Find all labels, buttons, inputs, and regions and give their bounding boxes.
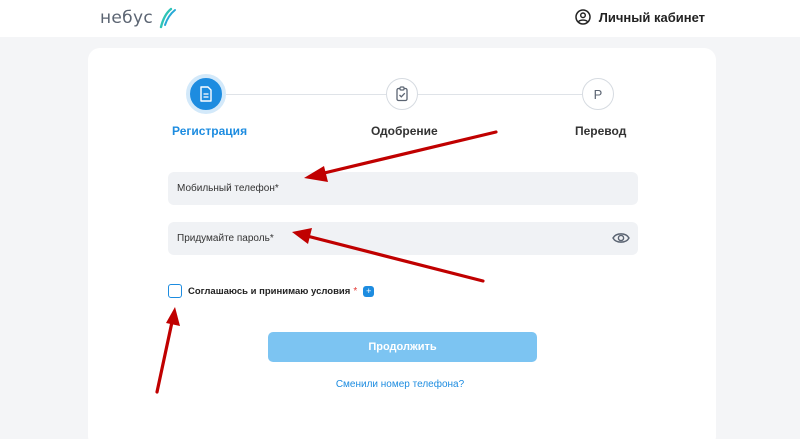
password-placeholder: Придумайте пароль* xyxy=(177,233,274,244)
password-input[interactable]: Придумайте пароль* xyxy=(168,222,638,255)
document-icon xyxy=(200,86,212,102)
logo[interactable]: небус xyxy=(100,7,179,29)
logo-text: небус xyxy=(100,8,153,28)
step-transfer[interactable]: P xyxy=(582,78,614,110)
terms-label: Соглашаюсь и принимаю условия xyxy=(188,285,351,297)
stepper-line-1 xyxy=(226,94,386,95)
phone-input[interactable]: Мобильный телефон* xyxy=(168,172,638,205)
user-circle-icon xyxy=(574,9,591,25)
account-label: Личный кабинет xyxy=(598,9,705,25)
step-label-transfer: Перевод xyxy=(575,124,627,138)
step-label-approval: Одобрение xyxy=(371,124,438,138)
clipboard-check-icon xyxy=(396,86,408,102)
logo-mark-icon xyxy=(159,7,176,29)
step-approval[interactable] xyxy=(386,78,418,110)
eye-icon[interactable] xyxy=(612,231,630,245)
stepper-line-2 xyxy=(418,94,582,95)
terms-checkbox[interactable] xyxy=(168,284,182,298)
transfer-letter-icon: P xyxy=(593,86,603,102)
terms-expand-button[interactable]: + xyxy=(363,285,375,297)
top-header: небус Личный кабинет xyxy=(0,0,800,37)
step-registration[interactable] xyxy=(186,74,226,114)
continue-button[interactable]: Продолжить xyxy=(268,332,537,362)
required-mark: * xyxy=(353,285,358,297)
phone-placeholder: Мобильный телефон* xyxy=(177,183,279,194)
step-label-registration: Регистрация xyxy=(172,124,248,138)
terms-row: Соглашаюсь и принимаю условия * + xyxy=(168,284,375,298)
account-link[interactable]: Личный кабинет xyxy=(574,9,705,25)
change-phone-link[interactable]: Сменили номер телефона? xyxy=(0,379,800,390)
